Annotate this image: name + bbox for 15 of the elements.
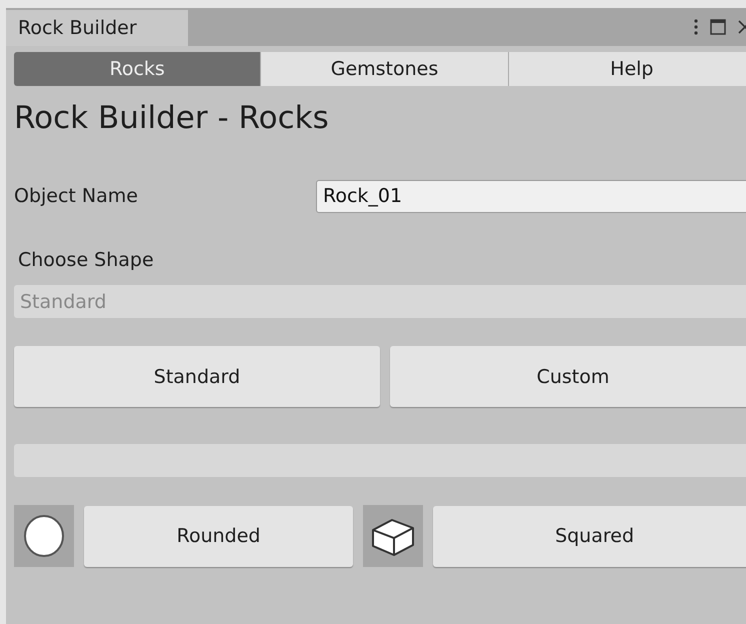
shape-button[interactable]: Custom [390,346,746,407]
more-icon[interactable] [694,19,698,35]
style-button[interactable]: Rounded [84,506,354,566]
shape-button[interactable]: Standard [14,346,380,407]
circle-icon [23,514,65,558]
page-heading: Rock Builder - Rocks [14,100,330,138]
field-label: Object Name [14,185,139,207]
style-button[interactable]: Squared [433,506,746,566]
window-title[interactable]: Rock Builder [6,10,188,46]
object-name-field[interactable]: Rock_01 [316,180,746,212]
tab[interactable]: Gemstones [261,52,509,86]
tab[interactable]: Help [508,52,746,86]
section-label: Choose Shape [18,249,155,273]
maximize-icon[interactable] [710,19,726,35]
tab[interactable]: Rocks [14,52,262,86]
